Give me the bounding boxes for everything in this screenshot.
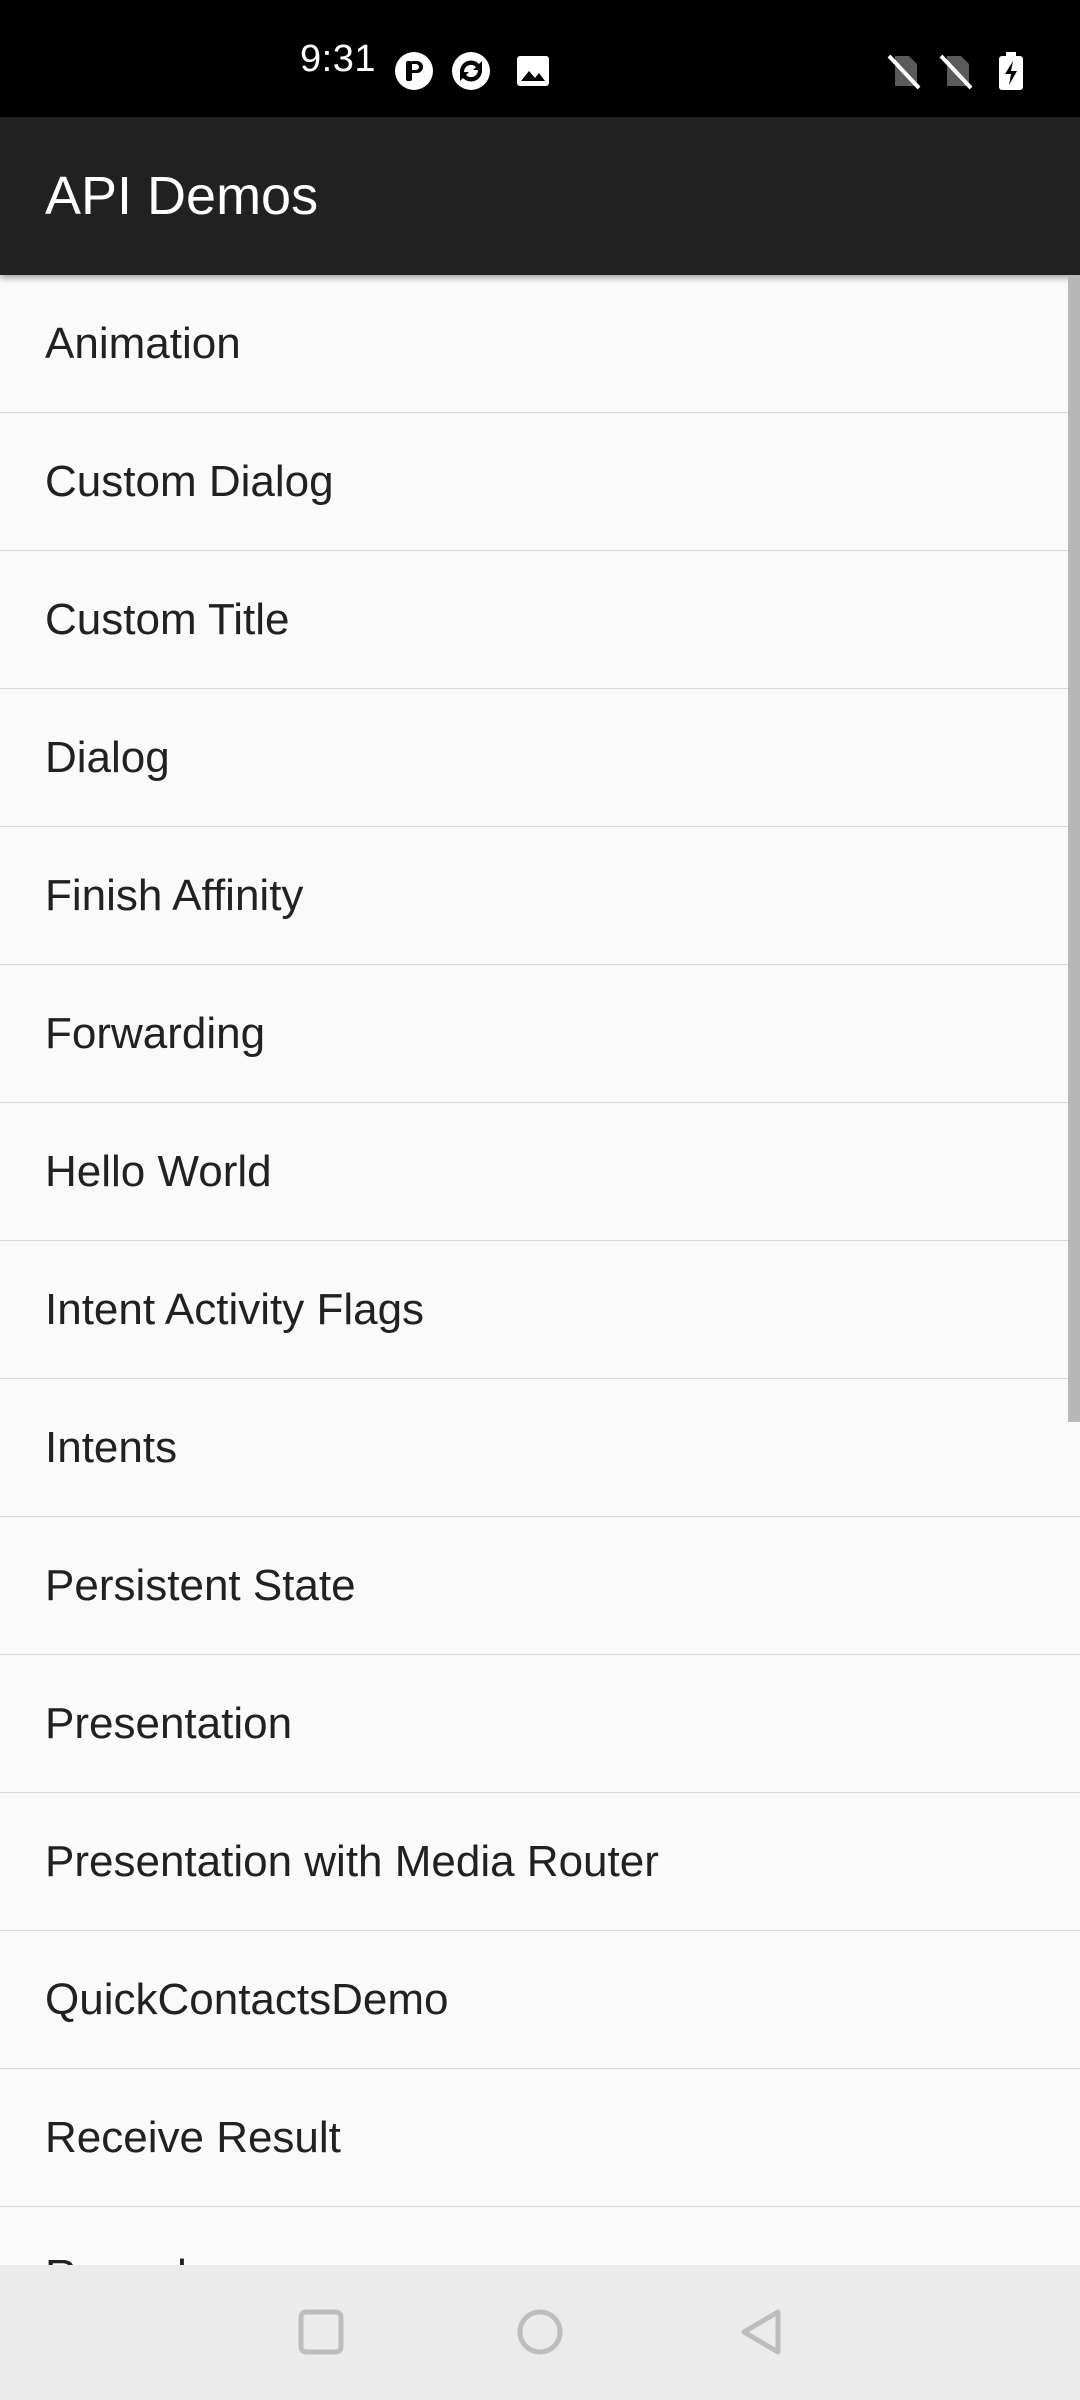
home-icon — [517, 2309, 563, 2355]
list-item-finish-affinity[interactable]: Finish Affinity — [0, 827, 1080, 965]
battery-charging-icon — [999, 52, 1023, 90]
image-icon — [517, 56, 549, 86]
list-item-label: Intent Activity Flags — [45, 1284, 425, 1334]
list-item-label: Dialog — [45, 732, 170, 782]
list-item-receive-result[interactable]: Receive Result — [0, 2069, 1080, 2207]
list-item-intents[interactable]: Intents — [0, 1379, 1080, 1517]
list-item-dialog[interactable]: Dialog — [0, 689, 1080, 827]
list-item-quick-contacts-demo[interactable]: QuickContactsDemo — [0, 1931, 1080, 2069]
list-item-custom-dialog[interactable]: Custom Dialog — [0, 413, 1080, 551]
list-item-label: Receive Result — [45, 2112, 341, 2162]
list-item-persistent-state[interactable]: Persistent State — [0, 1517, 1080, 1655]
list-item-recorder[interactable]: Recorder — [0, 2207, 1080, 2266]
list-item-label: Intents — [45, 1422, 178, 1472]
list-item-label: Hello World — [45, 1146, 272, 1196]
list-item-label: Custom Title — [45, 594, 290, 644]
list-item-intent-activity-flags[interactable]: Intent Activity Flags — [0, 1241, 1080, 1379]
back-button[interactable] — [717, 2287, 807, 2377]
navigation-bar — [0, 2265, 1080, 2400]
sync-icon — [452, 52, 490, 90]
demo-list[interactable]: Animation Custom Dialog Custom Title Dia… — [0, 275, 1080, 2265]
no-sim-icon — [939, 54, 973, 90]
status-time: 9:31 — [300, 37, 376, 80]
list-item-presentation[interactable]: Presentation — [0, 1655, 1080, 1793]
list-item-forwarding[interactable]: Forwarding — [0, 965, 1080, 1103]
list-item-label: Persistent State — [45, 1560, 356, 1610]
list-item-hello-world[interactable]: Hello World — [0, 1103, 1080, 1241]
home-button[interactable] — [495, 2287, 585, 2377]
app-bar: API Demos — [0, 117, 1080, 275]
list-scrollbar[interactable] — [1068, 275, 1080, 1422]
status-bar: 9:31 — [0, 0, 1080, 117]
list-item-animation[interactable]: Animation — [0, 275, 1080, 413]
list-item-label: Presentation with Media Router — [45, 1836, 659, 1886]
recents-button[interactable] — [276, 2287, 366, 2377]
recents-icon — [298, 2309, 344, 2355]
list-item-label: Finish Affinity — [45, 870, 304, 920]
no-sim-icon — [887, 54, 921, 90]
notification-app-icon — [395, 52, 433, 90]
app-title: API Demos — [45, 166, 319, 226]
list-item-custom-title[interactable]: Custom Title — [0, 551, 1080, 689]
list-item-label: Forwarding — [45, 1008, 266, 1058]
list-item-label: QuickContactsDemo — [45, 1974, 449, 2024]
list-item-presentation-with-media-router[interactable]: Presentation with Media Router — [0, 1793, 1080, 1931]
screen: 9:31 API Demos Animation Custom Dialog C… — [0, 0, 1080, 2400]
list-item-label: Presentation — [45, 1698, 293, 1748]
back-icon — [741, 2309, 781, 2355]
list-item-label: Animation — [45, 318, 241, 368]
list-item-label: Custom Dialog — [45, 456, 334, 506]
list-item-label: Recorder — [45, 2251, 226, 2266]
